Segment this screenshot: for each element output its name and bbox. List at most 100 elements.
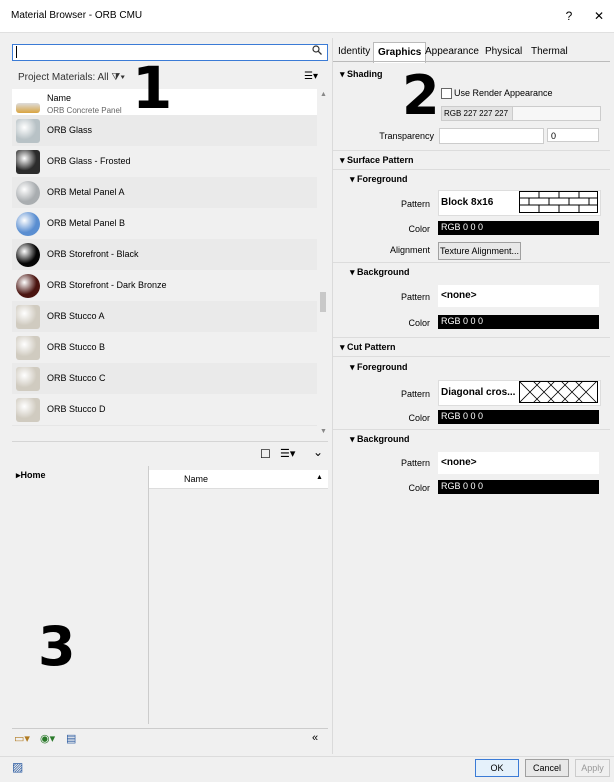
cut-bg-color-swatch[interactable]: RGB 0 0 0: [438, 480, 599, 494]
material-thumbnail: [16, 305, 40, 329]
shading-color-field[interactable]: RGB 227 227 227: [441, 106, 516, 121]
list-item-label: ORB Stucco D: [47, 404, 106, 414]
library-list: [149, 466, 328, 724]
cut-pattern-section-header[interactable]: ▾ Cut Pattern: [340, 342, 396, 353]
cut-fg-pattern-label: Pattern: [400, 389, 430, 399]
list-item[interactable]: ORB Storefront - Dark Bronze: [12, 270, 317, 302]
list-item[interactable]: ORB Glass - Frosted: [12, 146, 317, 178]
list-scrollbar[interactable]: [318, 89, 328, 436]
scrollbar-thumb[interactable]: [320, 292, 326, 312]
tab-appearance[interactable]: Appearance: [421, 42, 483, 62]
sort-asc-icon[interactable]: ▲: [316, 474, 323, 481]
callout-number-1: 1: [132, 54, 173, 122]
shading-section-header[interactable]: ▾ Shading: [340, 69, 383, 80]
surface-fg-pattern-label: Pattern: [400, 199, 430, 209]
material-thumbnail: [16, 336, 40, 360]
collapse-left-icon[interactable]: «: [312, 732, 318, 744]
list-item[interactable]: ORB Stucco B: [12, 332, 317, 364]
tab-identity[interactable]: Identity: [334, 42, 374, 62]
list-item[interactable]: ORB Metal Panel A: [12, 177, 317, 209]
transparency-slider[interactable]: [439, 128, 544, 144]
material-browser-toggle-icon[interactable]: ▨: [12, 760, 23, 774]
search-icon[interactable]: [312, 45, 322, 58]
material-thumbnail: [16, 243, 40, 267]
surface-background-title: Background: [357, 267, 410, 277]
surface-foreground-header[interactable]: ▾ Foreground: [350, 174, 408, 185]
cut-bg-pattern-label: Pattern: [400, 458, 430, 468]
shading-color-field-extent: [512, 106, 601, 121]
material-thumbnail: [16, 274, 40, 298]
transparency-value-field[interactable]: 0: [547, 128, 599, 142]
list-item[interactable]: ORB Stucco A: [12, 301, 317, 333]
view-options-icon[interactable]: ☰▾: [304, 71, 318, 82]
separator: [333, 169, 610, 170]
surface-bg-color-swatch[interactable]: RGB 0 0 0: [438, 315, 599, 329]
column-header-name[interactable]: Name: [47, 93, 71, 103]
callout-number-2: 2: [402, 64, 440, 127]
material-list: Name ORB Concrete Panel ORB Glass ORB Gla…: [12, 89, 317, 436]
tab-thermal[interactable]: Thermal: [527, 42, 572, 62]
surface-fg-color-label: Color: [408, 224, 430, 234]
close-button[interactable]: ✕: [587, 6, 611, 26]
callout-number-3: 3: [38, 615, 76, 678]
shading-title: Shading: [347, 69, 383, 79]
cut-background-title: Background: [357, 434, 410, 444]
cut-foreground-header[interactable]: ▾ Foreground: [350, 362, 408, 373]
apply-button[interactable]: Apply: [575, 759, 610, 777]
separator: [333, 356, 610, 357]
filter-icon[interactable]: ⧩▾: [111, 72, 125, 83]
use-render-appearance-label: Use Render Appearance: [454, 88, 553, 98]
project-materials-filter[interactable]: Project Materials: All ⧩▾: [18, 72, 125, 83]
library-name-column-header[interactable]: Name: [184, 474, 208, 484]
list-item-label: ORB Metal Panel A: [47, 187, 125, 197]
cut-fg-color-swatch[interactable]: RGB 0 0 0: [438, 410, 599, 424]
home-label: Home: [20, 470, 46, 480]
list-item[interactable]: ORB Storefront - Black: [12, 239, 317, 271]
separator: [333, 337, 610, 338]
collapse-down-icon[interactable]: ⌄: [313, 445, 323, 459]
material-thumbnail: [16, 181, 40, 205]
transparency-label: Transparency: [379, 131, 434, 141]
ok-button[interactable]: OK: [475, 759, 519, 777]
asset-editor-icon[interactable]: ▤: [66, 732, 76, 745]
material-thumbnail: [16, 119, 40, 143]
tab-graphics[interactable]: Graphics: [373, 42, 427, 63]
use-render-appearance-checkbox[interactable]: [441, 88, 452, 99]
surface-background-header[interactable]: ▾ Background: [350, 267, 410, 278]
library-folder-icon[interactable]: ▭▾: [14, 732, 30, 745]
list-item[interactable]: ORB Metal Panel B: [12, 208, 317, 240]
cancel-button[interactable]: Cancel: [525, 759, 569, 777]
library-bottom-toolbar: [12, 728, 328, 751]
cut-pattern-title: Cut Pattern: [347, 342, 396, 352]
create-material-icon[interactable]: ◉▾: [40, 732, 55, 745]
tab-divider: [333, 61, 610, 62]
show-library-icon[interactable]: ☐: [260, 447, 271, 461]
list-item[interactable]: ORB Stucco D: [12, 394, 317, 426]
list-item-label[interactable]: ORB Concrete Panel: [47, 106, 122, 114]
list-item-thumbnail: [16, 103, 40, 113]
surface-fg-color-swatch[interactable]: RGB 0 0 0: [438, 221, 599, 235]
material-thumbnail: [16, 150, 40, 174]
list-item-label: ORB Storefront - Black: [47, 249, 139, 259]
surface-pattern-title: Surface Pattern: [347, 155, 414, 165]
surface-foreground-title: Foreground: [357, 174, 408, 184]
texture-alignment-button[interactable]: Texture Alignment...: [438, 242, 521, 260]
scroll-up-icon[interactable]: ▲: [320, 91, 327, 98]
list-item-label: ORB Glass: [47, 125, 93, 135]
library-list-header: [149, 470, 328, 489]
surface-bg-color-label: Color: [408, 318, 430, 328]
cut-foreground-title: Foreground: [357, 362, 408, 372]
list-item[interactable]: ORB Stucco C: [12, 363, 317, 395]
library-view-icon[interactable]: ☰▾: [280, 447, 295, 460]
surface-pattern-section-header[interactable]: ▾ Surface Pattern: [340, 155, 414, 166]
surface-bg-pattern-value: <none>: [441, 290, 477, 301]
help-button[interactable]: ?: [557, 6, 581, 26]
separator: [333, 262, 610, 263]
cut-bg-color-label: Color: [408, 483, 430, 493]
scroll-down-icon[interactable]: ▼: [320, 428, 327, 435]
library-home-item[interactable]: ▸Home: [16, 470, 46, 481]
project-materials-label: Project Materials: All: [18, 72, 109, 83]
tab-physical[interactable]: Physical: [481, 42, 526, 62]
library-tree: [12, 466, 149, 724]
cut-background-header[interactable]: ▾ Background: [350, 434, 410, 445]
